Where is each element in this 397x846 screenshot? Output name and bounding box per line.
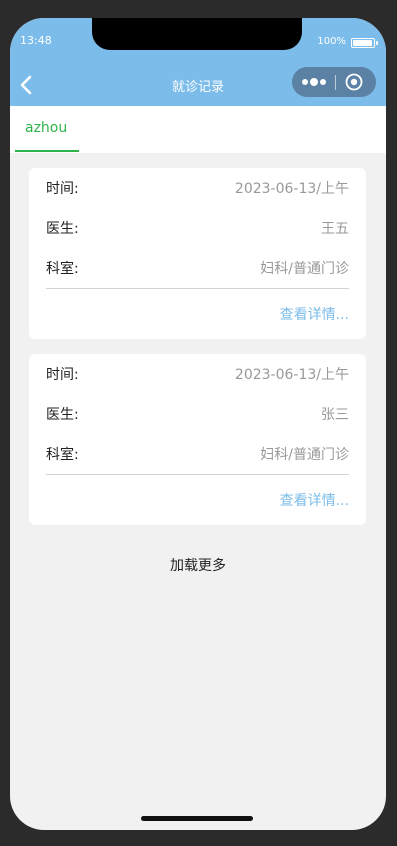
- tab-label: azhou: [25, 120, 68, 136]
- navigation-bar: 13:48 100% 就诊记录: [10, 18, 386, 106]
- doctor-label: 医生:: [46, 407, 79, 423]
- more-dots-icon[interactable]: [301, 75, 327, 89]
- doctor-row: 医生: 王五: [46, 218, 349, 238]
- notch: [92, 18, 302, 50]
- battery-tip: [376, 41, 378, 45]
- department-value: 妇科/普通门诊: [260, 261, 349, 277]
- tab-active-indicator: [15, 150, 79, 152]
- phone-screen: 13:48 100% 就诊记录 azhou 时间: 2023-06-13/上午 …: [10, 18, 386, 830]
- time-label: 时间:: [46, 181, 79, 197]
- battery-icon: [351, 38, 375, 48]
- divider: [46, 288, 349, 289]
- view-details-link[interactable]: 查看详情...: [280, 304, 349, 324]
- department-label: 科室:: [46, 447, 79, 463]
- battery-percent: 100%: [317, 36, 346, 47]
- load-more-button[interactable]: 加载更多: [10, 555, 386, 575]
- department-value: 妇科/普通门诊: [260, 447, 349, 463]
- divider: [46, 474, 349, 475]
- doctor-row: 医生: 张三: [46, 404, 349, 424]
- status-time: 13:48: [20, 34, 52, 47]
- time-label: 时间:: [46, 367, 79, 383]
- capsule-divider: [335, 75, 336, 90]
- time-row: 时间: 2023-06-13/上午: [46, 178, 349, 198]
- doctor-label: 医生:: [46, 221, 79, 237]
- time-row: 时间: 2023-06-13/上午: [46, 364, 349, 384]
- view-details-link[interactable]: 查看详情...: [280, 490, 349, 510]
- home-indicator: [141, 816, 253, 821]
- close-target-icon[interactable]: [345, 73, 363, 91]
- visit-record-card: 时间: 2023-06-13/上午 医生: 张三 科室: 妇科/普通门诊 查看详…: [29, 354, 366, 525]
- tab-azhou[interactable]: azhou: [15, 106, 79, 153]
- tab-bar: azhou: [10, 106, 386, 153]
- device-frame: 13:48 100% 就诊记录 azhou 时间: 2023-06-13/上午 …: [0, 0, 397, 846]
- department-row: 科室: 妇科/普通门诊: [46, 444, 349, 464]
- time-value: 2023-06-13/上午: [234, 367, 349, 383]
- time-value: 2023-06-13/上午: [234, 181, 349, 197]
- department-row: 科室: 妇科/普通门诊: [46, 258, 349, 278]
- doctor-value: 王五: [321, 221, 349, 237]
- department-label: 科室:: [46, 261, 79, 277]
- mini-program-capsule: [292, 67, 376, 97]
- visit-record-card: 时间: 2023-06-13/上午 医生: 王五 科室: 妇科/普通门诊 查看详…: [29, 168, 366, 339]
- doctor-value: 张三: [321, 407, 349, 423]
